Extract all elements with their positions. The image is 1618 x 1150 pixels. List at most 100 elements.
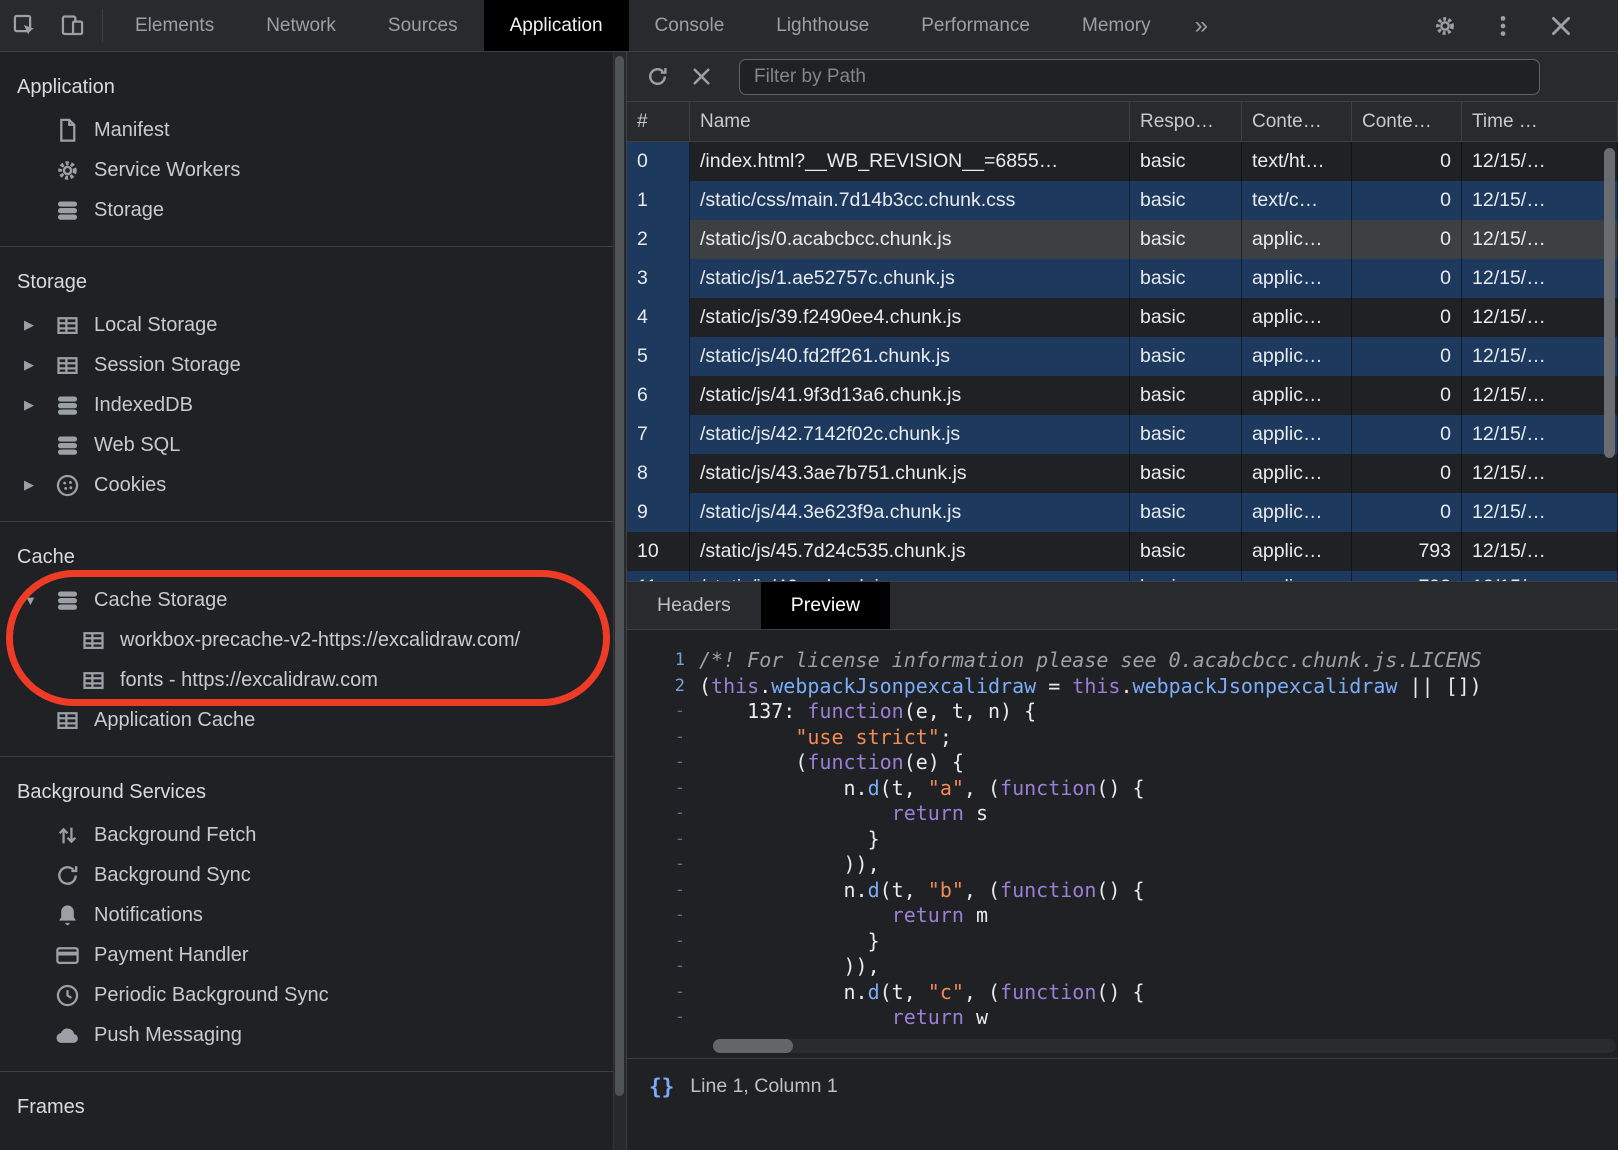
sidebar-item-workbox-precache-v2-https-excalidraw-com[interactable]: workbox-precache-v2-https://excalidraw.c… <box>0 620 626 660</box>
database-icon <box>54 432 81 459</box>
table-body: 0/index.html?__WB_REVISION__=6855…basict… <box>627 142 1618 582</box>
sidebar-item-background-fetch[interactable]: Background Fetch <box>0 815 626 855</box>
code-horizontal-scrollbar[interactable] <box>713 1039 1616 1053</box>
table-row[interactable]: 10/static/js/45.7d24c535.chunk.jsbasicap… <box>627 532 1618 571</box>
tab-performance[interactable]: Performance <box>895 0 1056 51</box>
close-devtools-icon[interactable] <box>1548 13 1574 39</box>
cell-content_type: applic… <box>1242 493 1352 532</box>
cell-response_type: basic <box>1130 571 1242 582</box>
table-row[interactable]: 9/static/js/44.3e623f9a.chunk.jsbasicapp… <box>627 493 1618 532</box>
more-options-dots-icon[interactable] <box>1490 13 1516 39</box>
sidebar-item-application-cache[interactable]: Application Cache <box>0 700 626 740</box>
cell-content_type: applic… <box>1242 532 1352 571</box>
chevron-right-icon[interactable]: ▶ <box>24 357 54 373</box>
cell-name: /static/js/1.ae52757c.chunk.js <box>690 259 1130 298</box>
column-header-respo[interactable]: Respo… <box>1130 102 1242 141</box>
table-row[interactable]: 1/static/css/main.7d14b3cc.chunk.cssbasi… <box>627 181 1618 220</box>
cell-content_length: 0 <box>1352 142 1462 181</box>
sidebar-scrollbar[interactable] <box>613 52 626 1150</box>
cell-name: /static/js/46…chunk.js <box>690 571 1130 582</box>
code-text: )), <box>699 852 880 878</box>
sidebar-item-local-storage[interactable]: ▶Local Storage <box>0 305 626 345</box>
table-row[interactable]: 8/static/js/43.3ae7b751.chunk.jsbasicapp… <box>627 454 1618 493</box>
cell-name: /static/js/40.fd2ff261.chunk.js <box>690 337 1130 376</box>
tab-application[interactable]: Application <box>484 0 629 51</box>
sidebar-item-label: Storage <box>94 199 164 222</box>
sidebar-item-service-workers[interactable]: Service Workers <box>0 150 626 190</box>
code-horizontal-scrollbar-thumb[interactable] <box>713 1039 793 1053</box>
code-line: - n.d(t, "c", (function() { <box>627 980 1618 1006</box>
line-number: - <box>627 954 699 980</box>
cell-name: /static/css/main.7d14b3cc.chunk.css <box>690 181 1130 220</box>
tab-network[interactable]: Network <box>240 0 362 51</box>
table-row[interactable]: 2/static/js/0.acabcbcc.chunk.jsbasicappl… <box>627 220 1618 259</box>
column-header-name[interactable]: Name <box>690 102 1130 141</box>
more-tabs-button[interactable]: » <box>1177 0 1226 51</box>
table-row[interactable]: 0/index.html?__WB_REVISION__=6855…basict… <box>627 142 1618 181</box>
table-row[interactable]: 11/static/js/46…chunk.jsbasicapplic…7931… <box>627 571 1618 582</box>
preview-tab-headers[interactable]: Headers <box>627 582 761 629</box>
line-number: - <box>627 852 699 878</box>
sidebar-item-label: IndexedDB <box>94 394 193 417</box>
clear-x-icon <box>689 64 714 89</box>
sidebar-scrollbar-thumb[interactable] <box>615 56 624 1096</box>
cell-time: 12/15/… <box>1462 337 1618 376</box>
code-text: n.d(t, "a", (function() { <box>699 776 1145 802</box>
cell-response_type: basic <box>1130 532 1242 571</box>
chevron-right-icon[interactable]: ▶ <box>24 477 54 493</box>
tab-sources[interactable]: Sources <box>362 0 484 51</box>
preview-tab-preview[interactable]: Preview <box>761 582 890 629</box>
sidebar-item-fonts-https-excalidraw-com[interactable]: fonts - https://excalidraw.com <box>0 660 626 700</box>
tab-console[interactable]: Console <box>629 0 751 51</box>
cell-response_type: basic <box>1130 220 1242 259</box>
column-header-time[interactable]: Time … <box>1462 102 1618 141</box>
database-icon <box>54 587 81 614</box>
chevron-right-icon[interactable]: ▶ <box>24 397 54 413</box>
column-header-item[interactable]: # <box>627 102 690 141</box>
tab-lighthouse[interactable]: Lighthouse <box>750 0 895 51</box>
cloud-icon <box>54 1022 81 1049</box>
delete-selected-button[interactable] <box>679 55 723 99</box>
chevron-down-icon[interactable]: ▼ <box>24 593 54 608</box>
cell-num: 1 <box>627 181 690 220</box>
sidebar-item-manifest[interactable]: Manifest <box>0 110 626 150</box>
refresh-button[interactable] <box>635 55 679 99</box>
sidebar-item-indexeddb[interactable]: ▶ IndexedDB <box>0 385 626 425</box>
code-text: /*! For license information please see 0… <box>699 648 1482 674</box>
tab-memory[interactable]: Memory <box>1056 0 1177 51</box>
column-header-conte[interactable]: Conte… <box>1352 102 1462 141</box>
table-row[interactable]: 4/static/js/39.f2490ee4.chunk.jsbasicapp… <box>627 298 1618 337</box>
sidebar-item-payment-handler[interactable]: Payment Handler <box>0 935 626 975</box>
sidebar-item-cache-storage[interactable]: ▼Cache Storage <box>0 580 626 620</box>
sidebar-item-push-messaging[interactable]: Push Messaging <box>0 1015 626 1055</box>
chevron-right-icon[interactable]: ▶ <box>24 317 54 333</box>
cell-num: 3 <box>627 259 690 298</box>
tab-elements[interactable]: Elements <box>109 0 240 51</box>
cell-name: /index.html?__WB_REVISION__=6855… <box>690 142 1130 181</box>
code-line: - )), <box>627 954 1618 980</box>
table-row[interactable]: 6/static/js/41.9f3d13a6.chunk.jsbasicapp… <box>627 376 1618 415</box>
device-toolbar-icon <box>59 12 86 39</box>
table-row[interactable]: 7/static/js/42.7142f02c.chunk.jsbasicapp… <box>627 415 1618 454</box>
sidebar-item-cookies[interactable]: ▶Cookies <box>0 465 626 505</box>
cache-entries-table: #NameRespo…Conte…Conte…Time … 0/index.ht… <box>627 102 1618 582</box>
grid-icon <box>54 352 81 379</box>
sidebar-item-periodic-background-sync[interactable]: Periodic Background Sync <box>0 975 626 1015</box>
sidebar-item-web-sql[interactable]: Web SQL <box>0 425 626 465</box>
table-scrollbar-thumb[interactable] <box>1604 148 1615 458</box>
cell-time: 12/15/… <box>1462 454 1618 493</box>
sidebar-item-storage[interactable]: Storage <box>0 190 626 230</box>
filter-by-path-input[interactable] <box>739 59 1540 95</box>
device-toolbar-button[interactable] <box>48 0 96 51</box>
sidebar-item-notifications[interactable]: Notifications <box>0 895 626 935</box>
sidebar-item-session-storage[interactable]: ▶Session Storage <box>0 345 626 385</box>
settings-gear-icon[interactable] <box>1432 13 1458 39</box>
column-header-conte[interactable]: Conte… <box>1242 102 1352 141</box>
code-line: - n.d(t, "a", (function() { <box>627 776 1618 802</box>
sidebar-item-background-sync[interactable]: Background Sync <box>0 855 626 895</box>
inspect-element-button[interactable] <box>0 0 48 51</box>
table-row[interactable]: 3/static/js/1.ae52757c.chunk.jsbasicappl… <box>627 259 1618 298</box>
table-row[interactable]: 5/static/js/40.fd2ff261.chunk.jsbasicapp… <box>627 337 1618 376</box>
code-line: - return s <box>627 801 1618 827</box>
devtools-tabbar: ElementsNetworkSourcesApplicationConsole… <box>0 0 1618 52</box>
